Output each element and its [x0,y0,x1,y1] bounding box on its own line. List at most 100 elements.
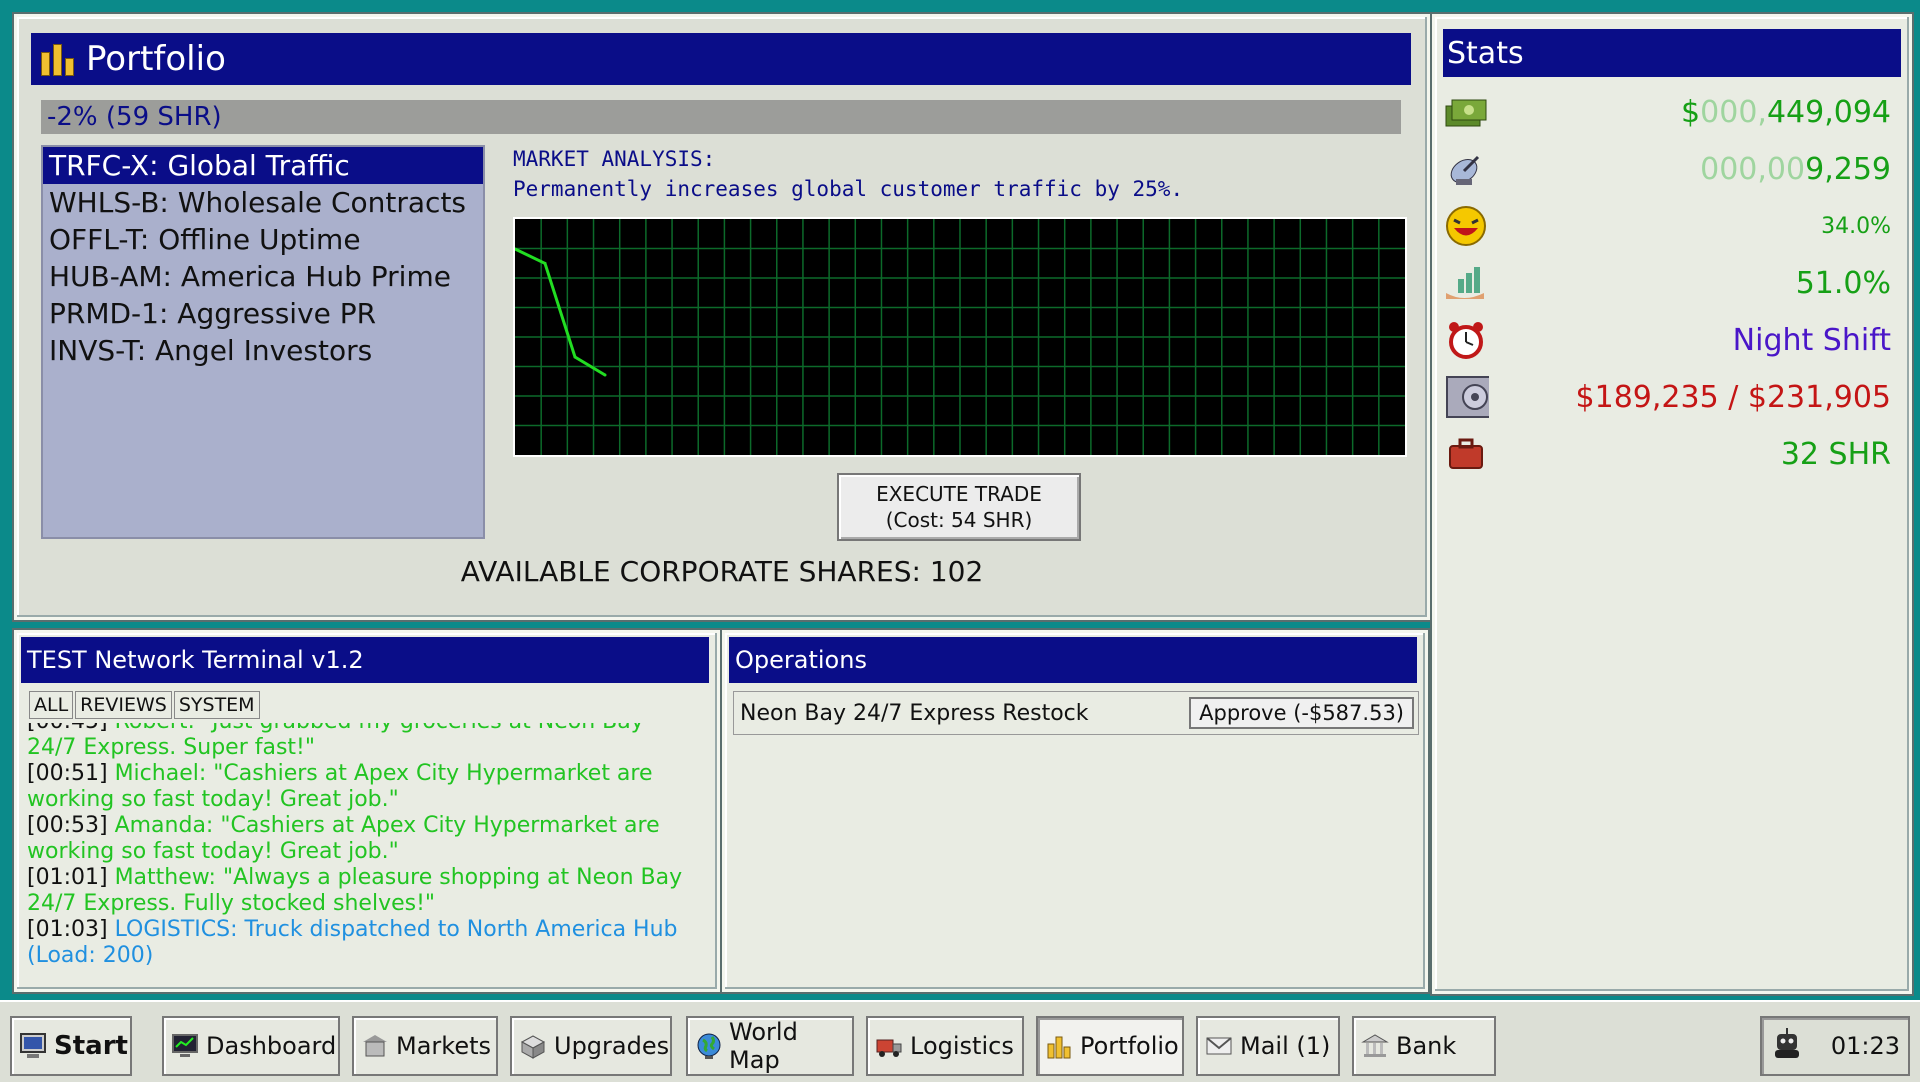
vault-safe-icon [1443,376,1489,418]
terminal-tabs: ALL REVIEWS SYSTEM [29,691,262,719]
taskbar-markets[interactable]: Markets [352,1016,498,1076]
stat-vault: $189,235 / $231,905 [1443,374,1897,420]
shares-value: 32 SHR [1780,436,1891,472]
stat-happiness: 34.0% [1443,203,1897,249]
stock-item-offl-t[interactable]: OFFL-T: Offline Uptime [43,221,483,258]
clock: 01:23 [1830,1032,1900,1060]
growth-value: 51.0% [1795,265,1891,301]
log-entry: [00:45] Robert: "Just grabbed my groceri… [27,723,697,761]
chart-point [573,355,577,359]
operation-item: Neon Bay 24/7 Express Restock Approve (-… [733,691,1419,735]
log-message: Amanda: "Cashiers at Apex City Hypermark… [27,813,660,864]
laughing-face-icon [1443,205,1489,247]
log-timestamp: [00:45] [27,723,108,734]
computer-icon [18,1031,48,1061]
log-timestamp: [00:53] [27,813,108,838]
portfolio-status: -2% (59 SHR) [41,100,1401,134]
stock-item-hub-am[interactable]: HUB-AM: America Hub Prime [43,258,483,295]
terminal-titlebar: TEST Network Terminal v1.2 [21,637,709,683]
market-stall-icon [360,1031,390,1061]
stock-item-trfc-x[interactable]: TRFC-X: Global Traffic [43,147,483,184]
tab-all[interactable]: ALL [29,691,74,719]
taskbar-dashboard[interactable]: Dashboard [162,1016,340,1076]
stat-shares: 32 SHR [1443,431,1897,477]
alarm-clock-icon [1443,319,1489,361]
market-chart [513,217,1407,457]
log-timestamp: [00:51] [27,761,108,786]
money-value: $000,449,094 [1681,95,1897,130]
log-timestamp: [01:03] [27,917,108,942]
log-entry: [00:53] Amanda: "Cashiers at Apex City H… [27,813,697,865]
chart-point [543,261,547,265]
taskbar-portfolio[interactable]: Portfolio [1036,1016,1184,1076]
log-message: Matthew: "Always a pleasure shopping at … [27,865,683,916]
taskbar-label: Dashboard [206,1032,337,1060]
stats-title: Stats [1447,35,1524,71]
log-entry: [00:51] Michael: "Cashiers at Apex City … [27,761,697,813]
taskbar-upgrades[interactable]: Upgrades [510,1016,672,1076]
stock-item-invs-t[interactable]: INVS-T: Angel Investors [43,332,483,369]
taskbar-world-map[interactable]: World Map [686,1016,854,1076]
tab-system[interactable]: SYSTEM [173,691,260,719]
happiness-value: 34.0% [1821,213,1891,239]
terminal-log[interactable]: [00:45] Robert: "Just grabbed my groceri… [27,723,697,983]
bank-icon [1360,1031,1390,1061]
taskbar-label: Mail (1) [1240,1032,1331,1060]
stock-item-whls-b[interactable]: WHLS-B: Wholesale Contracts [43,184,483,221]
chart-series-line [515,247,606,377]
chart-point [515,247,517,251]
taskbar-label: Bank [1396,1032,1457,1060]
log-message: Michael: "Cashiers at Apex City Hypermar… [27,761,653,812]
portfolio-titlebar: Portfolio [31,33,1411,85]
bar-chart-icon [41,42,74,76]
globe-icon [694,1031,723,1061]
monitor-icon [170,1031,200,1061]
stat-followers: 000,009,259 [1443,146,1897,192]
followers-value: 000,009,259 [1700,152,1897,187]
log-message: Robert: "Just grabbed my groceries at Ne… [27,723,644,760]
operations-window: Operations Neon Bay 24/7 Express Restock… [722,630,1428,992]
market-analysis-description: Permanently increases global customer tr… [513,177,1184,201]
operation-name: Neon Bay 24/7 Express Restock [740,700,1089,726]
briefcase-icon [1443,433,1489,475]
taskbar-logistics[interactable]: Logistics [866,1016,1024,1076]
stock-list: TRFC-X: Global Traffic WHLS-B: Wholesale… [41,145,485,539]
execute-trade-cost: (Cost: 54 SHR) [885,508,1033,532]
execute-trade-button[interactable]: EXECUTE TRADE (Cost: 54 SHR) [837,473,1081,541]
execute-trade-label: EXECUTE TRADE [876,482,1042,506]
log-entry: [01:01] Matthew: "Always a pleasure shop… [27,865,697,917]
portfolio-window: Portfolio -2% (59 SHR) TRFC-X: Global Tr… [14,14,1430,620]
money-stack-icon [1443,91,1489,133]
truck-icon [874,1031,904,1061]
vault-value: $189,235 / $231,905 [1575,379,1891,415]
followers-digits: 9,259 [1805,151,1891,187]
satellite-dish-icon [1443,148,1489,190]
bar-chart-icon [1044,1031,1074,1061]
market-analysis-label: MARKET ANALYSIS: [513,147,716,171]
portfolio-title: Portfolio [86,39,226,79]
terminal-window: TEST Network Terminal v1.2 ALL REVIEWS S… [14,630,720,992]
log-entry: [01:03] LOGISTICS: Truck dispatched to N… [27,917,697,969]
stock-item-prmd-1[interactable]: PRMD-1: Aggressive PR [43,295,483,332]
approve-button[interactable]: Approve (-$587.53) [1189,697,1414,729]
taskbar-label: Markets [396,1032,492,1060]
robot-icon[interactable] [1770,1026,1804,1066]
money-dim-digits: 000, [1700,94,1767,130]
stat-shift: Night Shift [1443,317,1897,363]
taskbar-label: Portfolio [1080,1032,1179,1060]
log-timestamp: [01:01] [27,865,108,890]
followers-dim-digits: 000,00 [1700,151,1806,187]
money-prefix: $ [1681,94,1701,130]
stat-growth: 51.0% [1443,260,1897,306]
start-button[interactable]: Start [10,1016,132,1076]
taskbar-mail[interactable]: Mail (1) [1196,1016,1340,1076]
taskbar-bank[interactable]: Bank [1352,1016,1496,1076]
tab-reviews[interactable]: REVIEWS [75,691,172,719]
taskbar-label: Logistics [910,1032,1014,1060]
hand-chart-icon [1443,262,1489,304]
money-digits: 449,094 [1766,94,1891,130]
start-label: Start [54,1031,128,1061]
chart-point [603,373,607,377]
box-icon [518,1031,548,1061]
stat-money: $000,449,094 [1443,89,1897,135]
